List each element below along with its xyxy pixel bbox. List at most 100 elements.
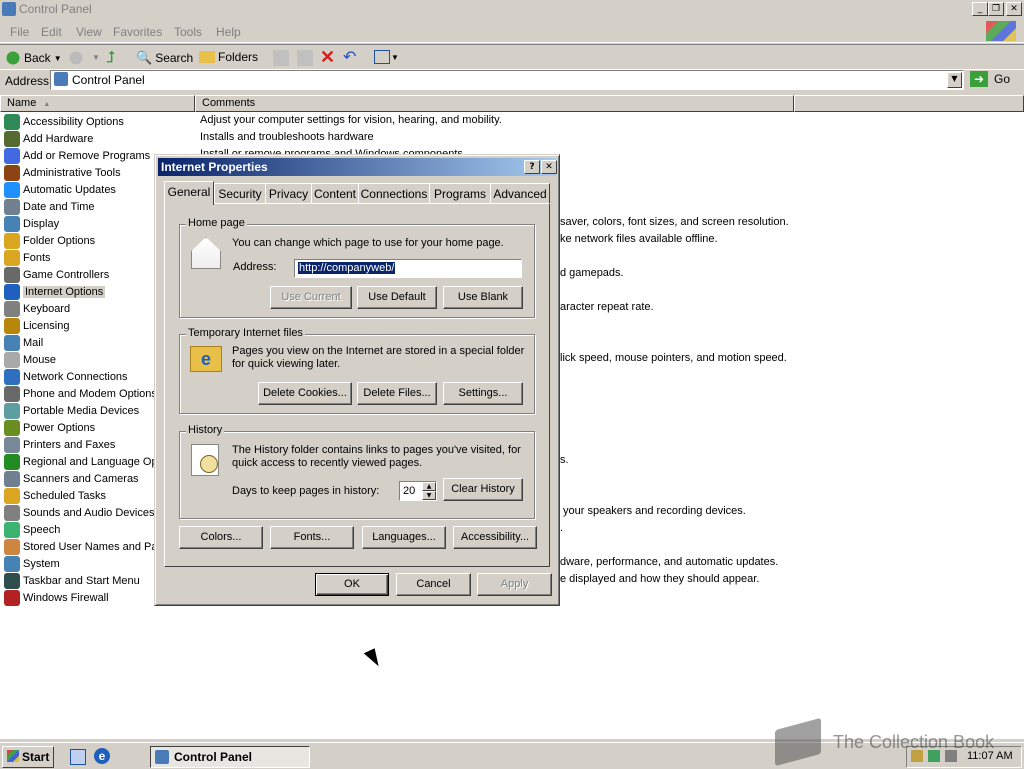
settings-button[interactable]: Settings... (443, 382, 523, 405)
window-title-bar[interactable]: Control Panel _ ❐ ✕ (0, 0, 1024, 18)
internet-explorer-icon[interactable]: e (94, 748, 110, 764)
menu-tools[interactable]: Tools (174, 25, 202, 39)
tab-privacy[interactable]: Privacy (265, 183, 312, 204)
menu-help[interactable]: Help (216, 25, 241, 39)
comment-hardware: Installs and troubleshoots hardware (200, 131, 374, 143)
temp-files-text-line1: Pages you view on the Internet are store… (232, 345, 525, 357)
home-address-value: http://companyweb/ (298, 262, 396, 274)
item-icon (4, 402, 20, 419)
item-icon (4, 504, 20, 521)
item-icon (4, 385, 20, 402)
comment-accessibility: Adjust your computer settings for vision… (200, 114, 502, 126)
comment-regional: s. (560, 454, 569, 466)
item-label: System (23, 557, 60, 570)
chevron-down-icon[interactable]: ▼ (391, 53, 399, 62)
show-desktop-icon[interactable] (70, 749, 86, 765)
stepper-down-icon[interactable]: ▼ (422, 491, 436, 500)
list-item[interactable]: Add Hardware (4, 130, 192, 147)
item-label: Speech (23, 523, 61, 536)
minimize-button[interactable]: _ (972, 2, 988, 16)
delete-icon[interactable]: ✕ (320, 47, 335, 68)
undo-icon[interactable]: ↶ (343, 47, 356, 67)
colors-button[interactable]: Colors... (179, 526, 263, 549)
use-default-button[interactable]: Use Default (357, 286, 437, 309)
restore-button[interactable]: ❐ (988, 2, 1004, 16)
menu-favorites[interactable]: Favorites (113, 25, 162, 39)
dialog-close-button[interactable]: ✕ (541, 160, 557, 174)
tab-content[interactable]: Content (311, 183, 359, 204)
item-label: Power Options (23, 421, 96, 434)
languages-button[interactable]: Languages... (362, 526, 446, 549)
chevron-down-icon[interactable]: ▼ (92, 53, 100, 62)
item-icon (4, 538, 20, 555)
item-label: Mouse (23, 353, 57, 366)
comment-folder: ke network files available offline. (560, 233, 718, 245)
temp-files-text-line2: for quick viewing later. (232, 358, 341, 370)
comment-stored: . (560, 522, 564, 534)
address-field[interactable]: Control Panel ▼ (50, 70, 964, 90)
dialog-title: Internet Properties (161, 160, 268, 174)
use-current-button[interactable]: Use Current (270, 286, 352, 309)
ok-button[interactable]: OK (315, 573, 389, 596)
menu-file[interactable]: File (10, 25, 29, 39)
back-button[interactable]: Back ▼ (5, 50, 62, 66)
item-label: Accessibility Options (23, 115, 124, 128)
item-label: Date and Time (23, 200, 95, 213)
item-icon (4, 113, 20, 130)
temp-files-folder-icon: e (190, 346, 222, 372)
menu-view[interactable]: View (76, 25, 102, 39)
back-label: Back (24, 51, 51, 65)
list-item[interactable]: Accessibility Options (4, 113, 192, 130)
comment-keyboard: aracter repeat rate. (560, 301, 654, 313)
tab-general[interactable]: General (164, 181, 214, 205)
move-to-icon[interactable] (273, 50, 289, 66)
item-icon (4, 555, 20, 572)
item-label: Folder Options (23, 234, 96, 247)
folders-button[interactable]: Folders (199, 50, 258, 64)
item-label: Administrative Tools (23, 166, 121, 179)
history-group-label: History (186, 424, 225, 436)
go-button[interactable]: ➜ Go (970, 71, 1010, 87)
internet-properties-dialog: Internet Properties ? ✕ General Security… (154, 154, 560, 606)
start-button[interactable]: Start (2, 746, 54, 768)
cancel-button[interactable]: Cancel (396, 573, 471, 596)
comments-column-header[interactable]: Comments (195, 95, 794, 112)
accessibility-button[interactable]: Accessibility... (453, 526, 537, 549)
item-label: Add or Remove Programs (23, 149, 151, 162)
name-column-header[interactable]: Name ▲ (0, 95, 195, 112)
item-icon (4, 147, 20, 164)
dialog-title-bar[interactable]: Internet Properties ? ✕ (158, 158, 557, 176)
item-icon (4, 317, 20, 334)
tab-security[interactable]: Security (214, 183, 266, 204)
clear-history-button[interactable]: Clear History (443, 478, 523, 501)
close-button[interactable]: ✕ (1006, 2, 1022, 16)
sort-ascending-icon: ▲ (43, 101, 51, 108)
days-stepper[interactable]: 20 ▲ ▼ (399, 481, 437, 501)
up-folder-icon[interactable]: ⮥ (106, 50, 122, 66)
item-label: Add Hardware (23, 132, 94, 145)
chevron-down-icon: ▼ (53, 53, 62, 63)
search-button[interactable]: 🔍 Search (136, 50, 193, 66)
menu-bar: File Edit View Favorites Tools Help (0, 21, 1024, 43)
stepper-up-icon[interactable]: ▲ (422, 482, 436, 491)
delete-files-button[interactable]: Delete Files... (357, 382, 437, 405)
views-icon[interactable] (374, 50, 390, 64)
taskbar-item-control-panel[interactable]: Control Panel (150, 746, 310, 768)
tab-programs[interactable]: Programs (429, 183, 491, 204)
help-button[interactable]: ? (524, 160, 540, 174)
copy-to-icon[interactable] (297, 50, 313, 66)
forward-button[interactable] (68, 50, 84, 66)
home-address-input[interactable]: http://companyweb/ (294, 259, 522, 278)
address-dropdown-button[interactable]: ▼ (947, 72, 962, 88)
empty-column-header[interactable] (794, 95, 1024, 112)
tab-connections[interactable]: Connections (358, 183, 430, 204)
item-label: Internet Options (23, 285, 106, 298)
fonts-button[interactable]: Fonts... (270, 526, 354, 549)
delete-cookies-button[interactable]: Delete Cookies... (258, 382, 352, 405)
tab-advanced[interactable]: Advanced (490, 183, 550, 204)
menu-edit[interactable]: Edit (41, 25, 62, 39)
folder-icon (199, 51, 215, 63)
apply-button[interactable]: Apply (477, 573, 552, 596)
go-arrow-icon: ➜ (970, 71, 988, 87)
use-blank-button[interactable]: Use Blank (443, 286, 523, 309)
